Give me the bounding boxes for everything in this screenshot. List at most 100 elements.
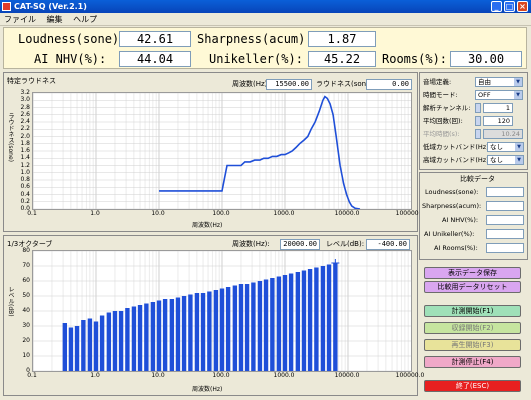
octave-xtick-label: 1000.0 [273,372,295,379]
loudness-plot [32,92,412,210]
time-mode-combo[interactable]: OFF ▼ [475,90,523,100]
loudness-ytick-label: 0.6 [20,183,30,191]
sound-field-combo[interactable]: 自由 ▼ [475,77,523,87]
loudness-ytick-label: 3.0 [20,96,30,104]
octave-xtick-label: 10.0 [151,372,165,379]
octave-bar [81,320,86,371]
start-play-button[interactable]: 再生開始(F3) [424,339,521,351]
start-record-button[interactable]: 収録開始(F2) [424,322,521,334]
avg-time-spinner [475,129,481,139]
octave-freq-field[interactable]: 20000.00 [280,239,320,250]
octave-bar [74,326,80,371]
loudness-xtick-label: 1.0 [90,210,100,217]
loudness-ylabel: ラウドネス(sone) [7,113,14,162]
loudness-ytick-label: 0.4 [20,190,30,198]
unikeller-label: Unikeller(%): [209,52,303,66]
compare-title: 比較データ [460,175,495,183]
ainhv-value: 44.04 [119,51,191,67]
octave-bar [112,311,118,371]
octave-bar [225,287,231,371]
octave-bar [188,294,193,371]
chevron-down-icon: ▼ [514,78,522,86]
octave-bar [263,279,269,371]
octave-bar [150,302,156,371]
compare-sharpness-field [486,201,524,211]
chevron-down-icon: ▼ [514,91,522,99]
loudness-ytick-label: 0.2 [20,197,30,205]
avg-count-field[interactable]: 120 [483,116,513,126]
compare-ainhv-field [486,215,524,225]
loudness-xtick-label: 10.0 [151,210,165,217]
low-cut-combo[interactable]: なし ▼ [487,142,524,152]
settings-panel: 音場定義: 自由 ▼ 時間モード: OFF ▼ 解析チャンネル: 1 平均回数(回)… [419,72,528,170]
loudness-xtick-label: 10000.0 [334,210,360,217]
rooms-value: 30.00 [450,51,522,67]
setting-avg-count: 平均回数(回): 120 [420,116,530,127]
chevron-down-icon: ▼ [515,143,523,151]
reset-compare-data-button[interactable]: 比較用データリセット [424,281,521,293]
octave-bar [144,303,149,371]
loudness-freq-field[interactable]: 15500.00 [266,79,312,90]
octave-xtick-label: 1.0 [90,372,100,379]
ainhv-label: AI NHV(%): [34,52,107,66]
loudness-ytick-label: 1.0 [20,168,30,176]
octave-level-field[interactable]: -400.00 [366,239,410,250]
loudness-sone-field[interactable]: 0.00 [366,79,412,90]
loudness-ytick-label: 3.2 [20,89,30,96]
close-icon[interactable]: × [517,1,528,12]
stop-measure-button[interactable]: 計測停止(F4) [424,356,521,368]
octave-bar [207,291,212,371]
octave-bar [244,284,250,371]
sharpness-value: 1.87 [308,31,376,47]
loudness-ytick-label: 2.2 [20,125,30,133]
channel-spinner[interactable] [475,103,481,113]
loudness-ytick-label: 1.8 [20,139,30,147]
channel-field[interactable]: 1 [483,103,513,113]
loudness-ytick-label: 2.0 [20,132,30,140]
menu-file[interactable]: ファイル [0,13,40,26]
loudness-ytick-label: 2.8 [20,103,30,111]
loudness-ytick-label: 1.2 [20,161,30,169]
octave-ytick-label: 10 [22,352,30,359]
octave-bar [326,264,332,371]
octave-bar [213,290,219,371]
compare-ainhv: AI NHV(%): [420,215,530,226]
menu-edit[interactable]: 編集 [43,13,67,26]
octave-bar [282,275,288,371]
octave-freq-label: 周波数(Hz): [232,240,270,248]
loudness-label: Loudness(sone): [18,32,127,46]
octave-plot [32,250,412,372]
exit-button[interactable]: 終了(ESC) [424,380,521,392]
title-bar: CAT-SQ (Ver.2.1) _ □ × [0,0,531,13]
high-cut-combo[interactable]: なし ▼ [487,155,524,165]
octave-bar [131,306,137,371]
setting-low-cut: 低域カットバンド(Hz): なし ▼ [420,142,530,153]
octave-ytick-label: 60 [22,277,30,284]
setting-high-cut: 高域カットバンド(Hz): なし ▼ [420,155,530,166]
octave-ytick-label: 20 [22,337,30,344]
menu-help[interactable]: ヘルプ [69,13,101,26]
readout-panel: Loudness(sone): 42.61 Sharpness(acum): 1… [3,27,527,69]
setting-sound-field: 音場定義: 自由 ▼ [420,77,530,88]
start-measure-button[interactable]: 計測開始(F1) [424,305,521,317]
octave-bar [251,282,256,371]
octave-bar [238,284,244,371]
setting-avg-time: 平均時間(s): 10.24 [420,129,530,140]
octave-bar [137,305,143,371]
octave-bar [219,288,225,371]
octave-ytick-label: 40 [22,307,30,314]
octave-bar [295,272,301,371]
octave-bar [320,266,326,371]
sharpness-label: Sharpness(acum): [197,32,313,46]
octave-bar [288,273,294,371]
minimize-icon[interactable]: _ [491,1,502,12]
octave-ytick-label: 30 [22,322,30,329]
maximize-icon[interactable]: □ [504,1,515,12]
compare-rooms: AI Rooms(%): [420,243,530,254]
avg-count-spinner[interactable] [475,116,481,126]
save-display-data-button[interactable]: 表示データ保存 [424,267,521,279]
octave-bar [270,278,275,371]
rooms-label: Rooms(%): [382,52,448,66]
window-title: CAT-SQ (Ver.2.1) [14,2,87,11]
loudness-freq-label: 周波数(Hz): [232,80,270,88]
